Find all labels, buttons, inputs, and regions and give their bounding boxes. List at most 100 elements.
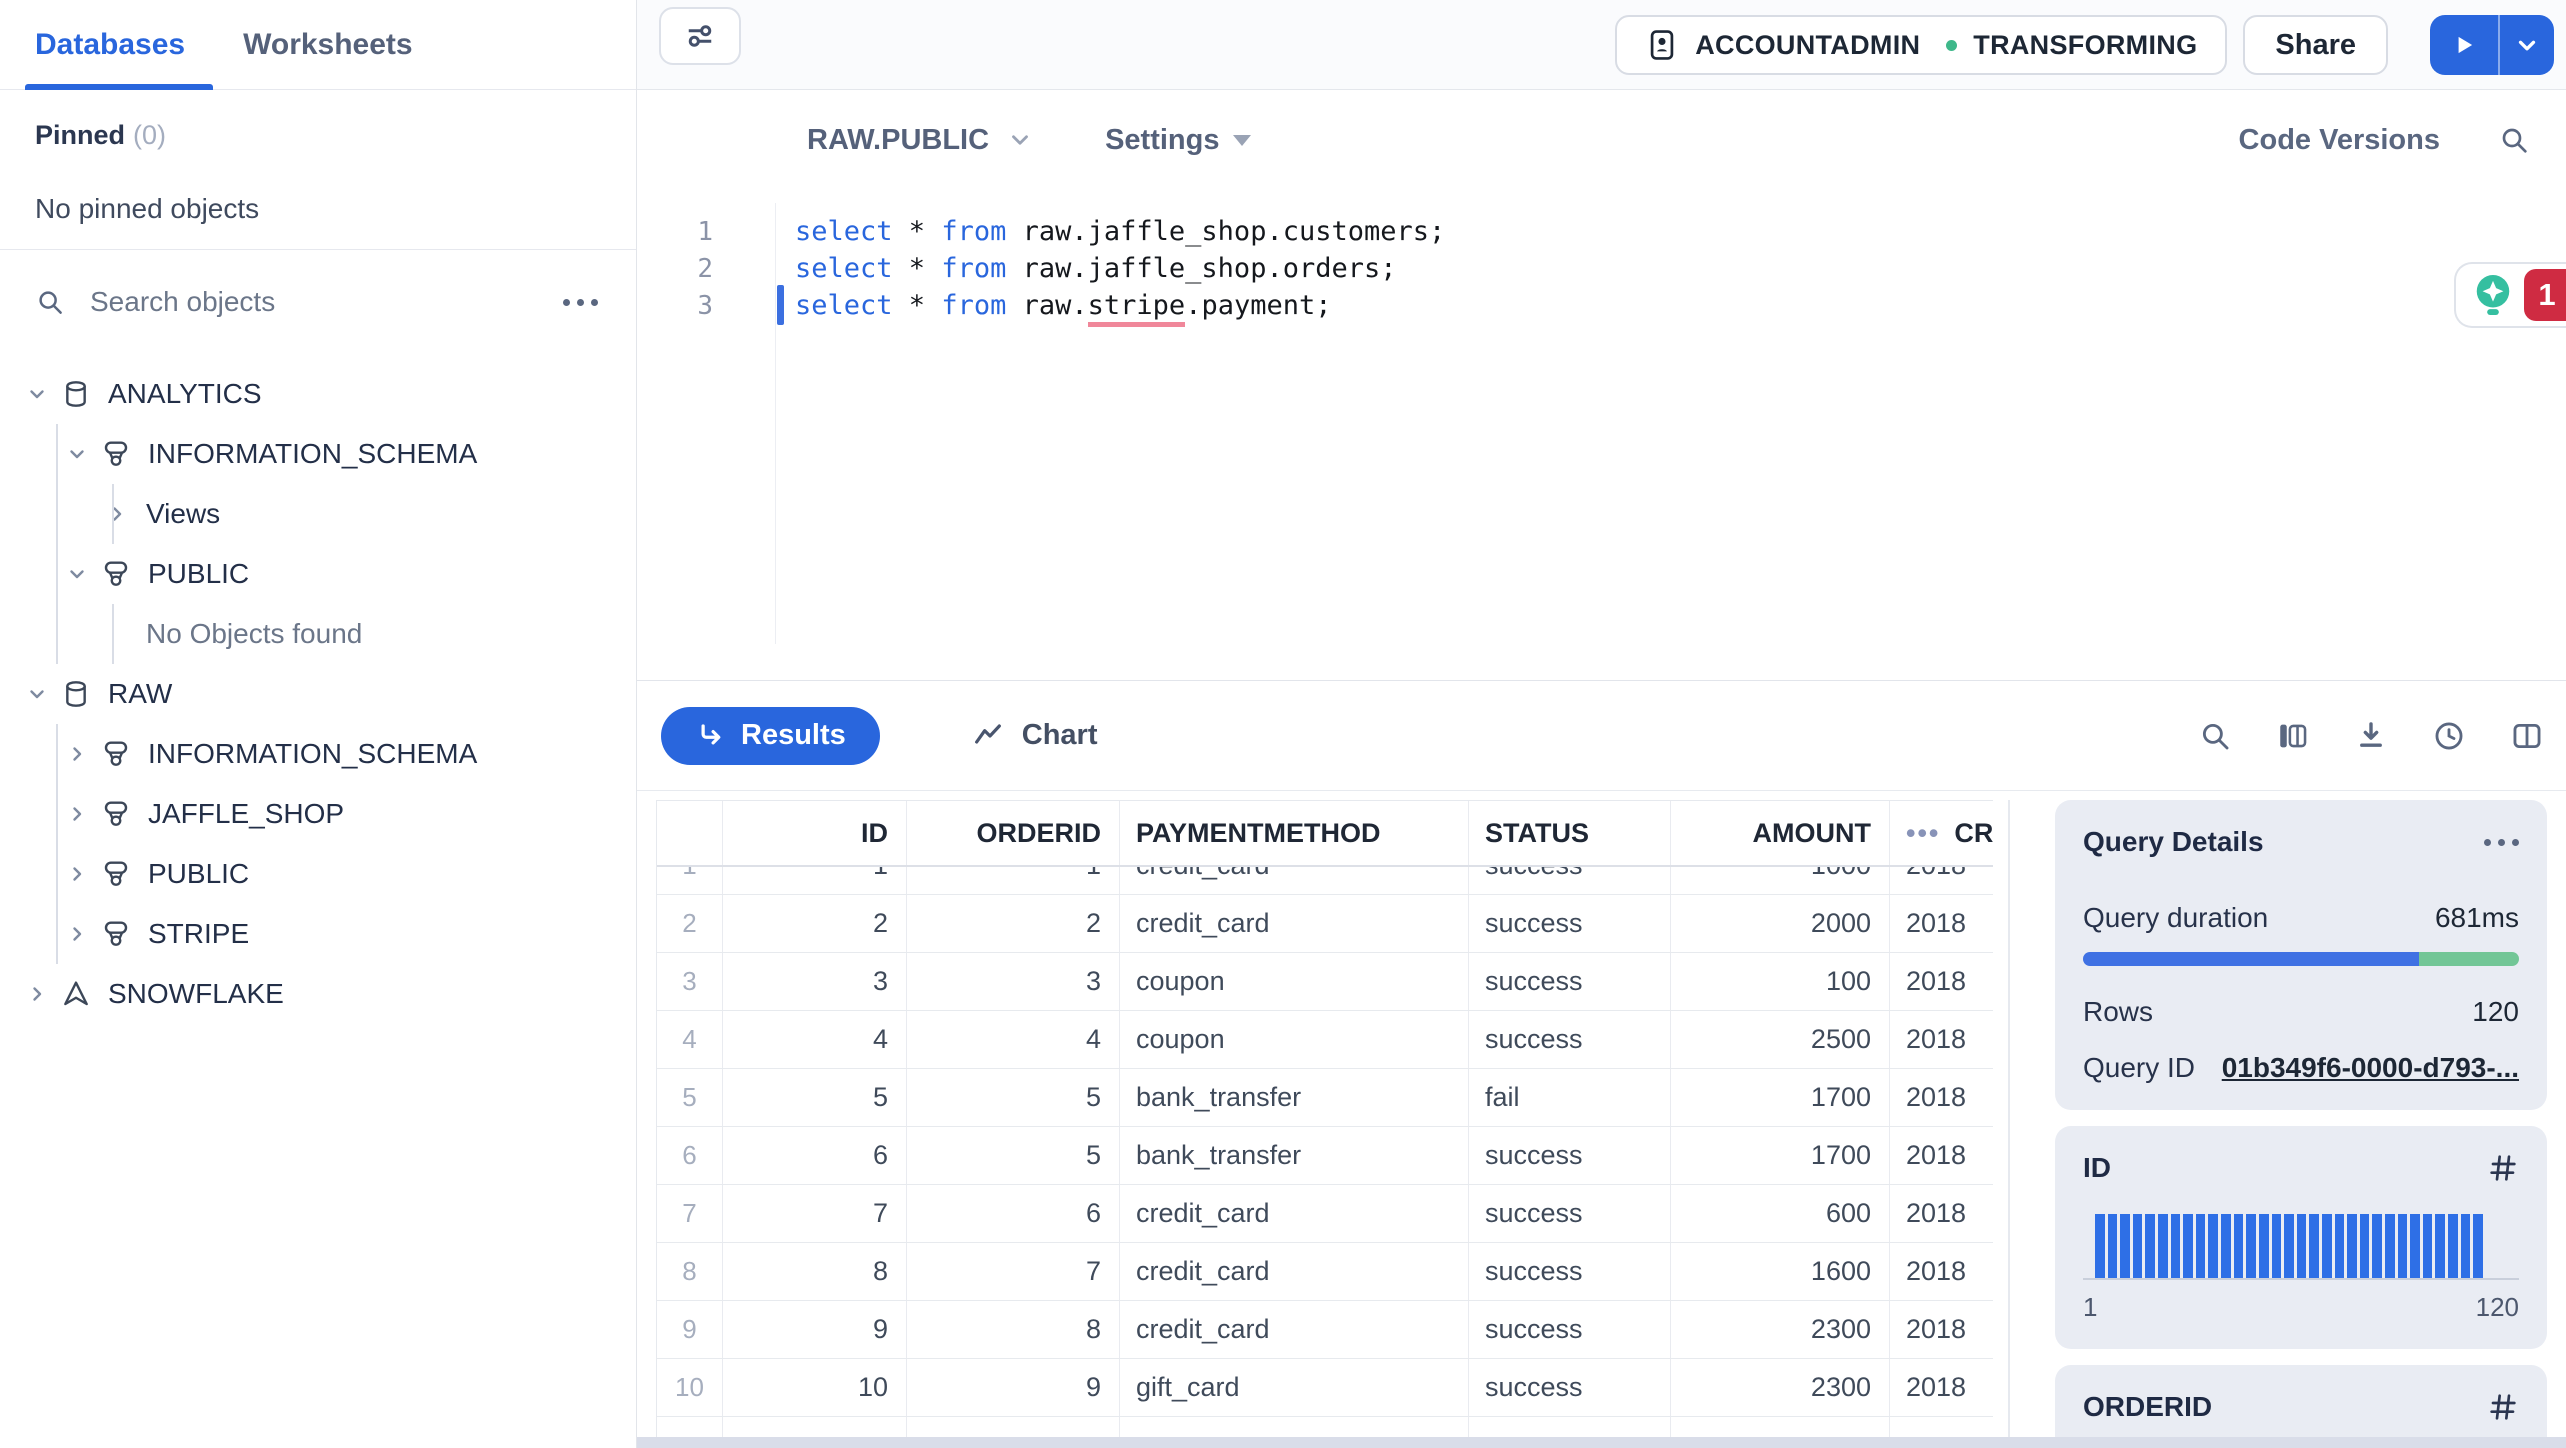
table-cell[interactable]: 2300 (1671, 1359, 1890, 1416)
table-cell[interactable]: 7 (723, 1185, 907, 1242)
table-cell[interactable]: 3 (907, 953, 1120, 1010)
table-cell[interactable]: 2018 (1890, 1359, 1993, 1416)
tree-item-information-schema[interactable]: INFORMATION_SCHEMA (0, 424, 636, 484)
column-header-amount[interactable]: AMOUNT (1671, 801, 1890, 865)
sidebar-menu-icon[interactable] (563, 298, 598, 306)
tree-item-analytics[interactable]: ANALYTICS (0, 364, 636, 424)
table-cell[interactable]: fail (1469, 1069, 1671, 1126)
table-cell[interactable]: coupon (1120, 1011, 1469, 1068)
table-cell[interactable]: coupon (1120, 953, 1469, 1010)
table-cell[interactable]: 1700 (1671, 1127, 1890, 1184)
chevron-down-icon[interactable] (24, 682, 50, 706)
chevron-down-icon[interactable] (64, 442, 90, 466)
search-input[interactable] (90, 286, 538, 318)
tree-item-stripe[interactable]: STRIPE (0, 904, 636, 964)
table-cell[interactable]: credit_card (1120, 867, 1469, 894)
tab-databases[interactable]: Databases (24, 0, 214, 90)
table-row[interactable]: 3 3 3 coupon success 100 2018 (657, 953, 1993, 1011)
tab-chart[interactable]: Chart (972, 719, 1098, 752)
chevron-right-icon[interactable] (64, 922, 90, 946)
table-cell[interactable]: 7 (907, 1243, 1120, 1300)
history-clock-icon[interactable] (2432, 719, 2466, 753)
table-cell[interactable]: 4 (723, 1011, 907, 1068)
table-cell[interactable]: credit_card (1120, 1185, 1469, 1242)
chevron-right-icon[interactable] (64, 742, 90, 766)
table-row[interactable]: 111credit_cardsuccess10002018 (657, 867, 1993, 895)
table-cell[interactable]: credit_card (1120, 1301, 1469, 1358)
table-cell[interactable]: 4 (907, 1011, 1120, 1068)
table-cell[interactable]: bank_transfer (1120, 1069, 1469, 1126)
table-cell[interactable]: 8 (907, 1301, 1120, 1358)
table-cell[interactable]: 6 (723, 1127, 907, 1184)
column-header-created[interactable]: •••CREATED (1890, 801, 1993, 865)
table-cell[interactable]: 2500 (1671, 1011, 1890, 1068)
table-row[interactable]: 8 8 7 credit_card success 1600 2018 (657, 1243, 1993, 1301)
table-cell[interactable]: 8 (723, 1243, 907, 1300)
share-button[interactable]: Share (2243, 15, 2388, 75)
table-cell[interactable]: credit_card (1120, 1243, 1469, 1300)
code-versions-button[interactable]: Code Versions (2239, 124, 2440, 157)
tab-results[interactable]: Results (661, 706, 880, 765)
query-id-link[interactable]: 01b349f6-0000-d793-... (2222, 1052, 2519, 1084)
results-search-icon[interactable] (2198, 719, 2232, 753)
copilot-suggestion-pill[interactable]: 1 (2454, 262, 2566, 328)
table-cell[interactable]: 1 (723, 867, 907, 894)
table-cell[interactable]: 600 (1671, 1185, 1890, 1242)
table-cell[interactable]: 1700 (1671, 1069, 1890, 1126)
results-table[interactable]: IDORDERIDPAYMENTMETHODSTATUSAMOUNT•••CRE… (656, 800, 1993, 1437)
table-row[interactable]: 5 5 5 bank_transfer fail 1700 2018 (657, 1069, 1993, 1127)
table-scrollbar-track[interactable] (2008, 800, 2010, 1448)
chevron-right-icon[interactable] (24, 982, 50, 1006)
table-cell[interactable]: 2 (723, 895, 907, 952)
code-line-3[interactable]: 3 select * from raw.stripe.payment; (637, 285, 2566, 327)
column-header-orderid[interactable]: ORDERID (907, 801, 1120, 865)
download-icon[interactable] (2354, 719, 2388, 753)
table-cell[interactable]: 2018 (1890, 953, 1993, 1010)
tree-item-public[interactable]: PUBLIC (0, 544, 636, 604)
table-cell[interactable]: 2300 (1671, 1301, 1890, 1358)
table-cell[interactable]: 1000 (1671, 867, 1890, 894)
tree-item-views[interactable]: Views (0, 484, 636, 544)
sql-code-area[interactable]: 1 select * from raw.jaffle_shop.customers… (637, 203, 2566, 644)
table-cell[interactable]: success (1469, 1011, 1671, 1068)
table-cell[interactable]: 2018 (1890, 1185, 1993, 1242)
table-cell[interactable]: gift_card (1120, 1359, 1469, 1416)
session-context-button[interactable]: ACCOUNTADMIN TRANSFORMING (1615, 15, 2228, 75)
table-cell[interactable]: 2018 (1890, 1069, 1993, 1126)
table-row[interactable]: 7 7 6 credit_card success 600 2018 (657, 1185, 1993, 1243)
table-cell[interactable]: 5 (907, 1069, 1120, 1126)
table-cell[interactable]: 2018 (1890, 1301, 1993, 1358)
chevron-right-icon[interactable] (64, 802, 90, 826)
table-cell[interactable]: success (1469, 867, 1671, 894)
table-cell[interactable]: 5 (907, 1127, 1120, 1184)
table-cell[interactable]: success (1469, 1301, 1671, 1358)
table-cell[interactable]: 9 (723, 1301, 907, 1358)
tab-worksheets[interactable]: Worksheets (243, 0, 413, 90)
id-histogram[interactable]: 1 120 (2083, 1214, 2519, 1323)
worksheet-filters-button[interactable] (659, 7, 741, 65)
table-cell[interactable]: 100 (1671, 953, 1890, 1010)
columns-icon[interactable] (2276, 719, 2310, 753)
table-cell[interactable]: success (1469, 1185, 1671, 1242)
table-cell[interactable]: 2018 (1890, 1127, 1993, 1184)
chevron-down-icon[interactable] (64, 562, 90, 586)
column-options-icon[interactable]: ••• (1906, 818, 1940, 849)
split-panel-icon[interactable] (2510, 719, 2544, 753)
table-row[interactable]: 6 6 5 bank_transfer success 1700 2018 (657, 1127, 1993, 1185)
run-options-button[interactable] (2500, 15, 2554, 75)
chevron-right-icon[interactable] (64, 862, 90, 886)
chevron-down-icon[interactable] (24, 382, 50, 406)
table-row[interactable]: 10 10 9 gift_card success 2300 2018 (657, 1359, 1993, 1417)
query-details-menu-icon[interactable] (2484, 838, 2519, 846)
chevron-right-icon[interactable] (104, 502, 130, 526)
tree-item-public[interactable]: PUBLIC (0, 844, 636, 904)
table-cell[interactable]: 2018 (1890, 1011, 1993, 1068)
horizontal-scrollbar[interactable] (637, 1437, 2566, 1448)
table-cell[interactable]: credit_card (1120, 895, 1469, 952)
column-header-status[interactable]: STATUS (1469, 801, 1671, 865)
table-row[interactable]: 2 2 2 credit_card success 2000 2018 (657, 895, 1993, 953)
table-cell[interactable]: 2000 (1671, 895, 1890, 952)
table-cell[interactable]: 1 (907, 867, 1120, 894)
table-cell[interactable]: success (1469, 1243, 1671, 1300)
table-cell[interactable]: success (1469, 895, 1671, 952)
